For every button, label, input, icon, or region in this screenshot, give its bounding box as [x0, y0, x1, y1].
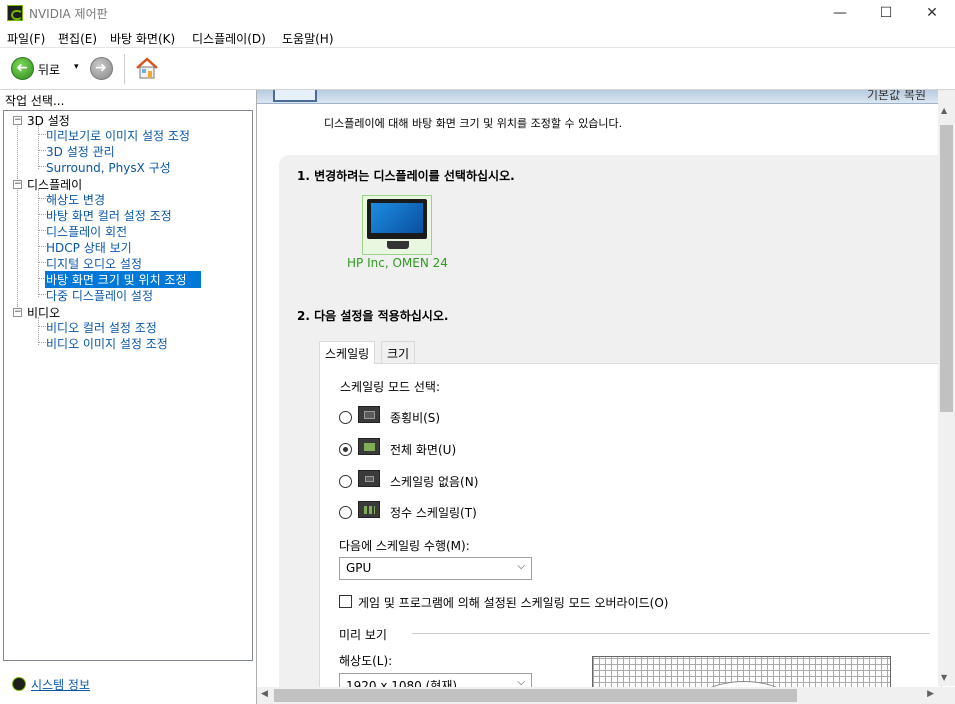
preview-label: 미리 보기	[339, 628, 387, 642]
scroll-up-icon[interactable]: ▲	[941, 106, 947, 115]
expand-3d-toggle[interactable]: −	[13, 116, 22, 125]
radio-full-screen-label[interactable]: 전체 화면(U)	[390, 441, 456, 458]
nvidia-app-icon	[7, 5, 23, 21]
radio-integer-scaling-label[interactable]: 정수 스케일링(T)	[390, 504, 477, 521]
back-arrow-icon[interactable]	[11, 57, 34, 80]
vertical-scrollbar[interactable]: ▲ ▼	[938, 90, 955, 686]
menu-help[interactable]: 도움말(H)	[282, 30, 334, 47]
scaling-mode-label: 스케일링 모드 선택:	[340, 380, 440, 394]
expand-video-toggle[interactable]: −	[13, 308, 22, 317]
tree-item-preview-image[interactable]: 미리보기로 이미지 설정 조정	[45, 127, 191, 144]
tree-item-hdcp[interactable]: HDCP 상태 보기	[45, 239, 133, 256]
perform-scaling-value: GPU	[346, 561, 372, 575]
radio-no-scaling-label[interactable]: 스케일링 없음(N)	[390, 473, 478, 490]
section-select-display: 1. 변경하려는 디스플레이를 선택하십시오.	[297, 169, 515, 183]
toolbar: 뒤로 ▾	[0, 48, 955, 90]
close-button[interactable]: ✕	[909, 0, 955, 26]
scaling-tab-panel: 스케일링 모드 선택: 종횡비(S) 전체 화면(U) 스케일링 없음(N) 정…	[319, 363, 942, 704]
expand-display-toggle[interactable]: −	[13, 180, 22, 189]
full-screen-icon	[358, 438, 380, 455]
tree-item-digital-audio[interactable]: 디지털 오디오 설정	[45, 255, 143, 272]
back-button-label[interactable]: 뒤로	[38, 61, 60, 78]
tree-item-resolution[interactable]: 해상도 변경	[45, 191, 106, 208]
horizontal-scrollbar[interactable]: ◀ ▶	[257, 687, 938, 704]
display-header-icon	[273, 90, 317, 102]
task-tree: − 3D 설정 미리보기로 이미지 설정 조정 3D 설정 관리 Surroun…	[3, 110, 253, 661]
monitor-icon	[367, 199, 427, 239]
settings-panel: 1. 변경하려는 디스플레이를 선택하십시오. HP Inc, OMEN 24 …	[279, 155, 942, 704]
restore-defaults-link[interactable]: 기본값 복원	[867, 90, 926, 103]
scroll-right-icon[interactable]: ▶	[927, 689, 934, 699]
chevron-down-icon: ⌵	[517, 561, 525, 572]
tree-item-video-image[interactable]: 비디오 이미지 설정 조정	[45, 335, 169, 352]
radio-integer-scaling[interactable]	[339, 506, 352, 519]
resolution-label: 해상도(L):	[339, 654, 393, 668]
horizontal-scroll-thumb[interactable]	[274, 689, 797, 702]
perform-scaling-select[interactable]: GPU ⌵	[339, 557, 532, 580]
menu-display[interactable]: 디스플레이(D)	[192, 30, 266, 47]
system-info-icon	[12, 677, 26, 691]
menu-desktop[interactable]: 바탕 화면(K)	[110, 30, 175, 47]
scroll-down-icon[interactable]: ▼	[941, 673, 947, 682]
aspect-ratio-icon	[358, 406, 380, 423]
back-history-dropdown-icon[interactable]: ▾	[74, 62, 79, 72]
override-scaling-checkbox[interactable]	[339, 595, 352, 608]
tree-item-desktop-color[interactable]: 바탕 화면 컬러 설정 조정	[45, 207, 173, 224]
perform-scaling-label: 다음에 스케일링 수행(M):	[339, 539, 470, 553]
title-bar: NVIDIA 제어판 — ☐ ✕	[0, 0, 955, 26]
menu-file[interactable]: 파일(F)	[7, 30, 45, 47]
radio-full-screen[interactable]	[339, 443, 352, 456]
scroll-left-icon[interactable]: ◀	[261, 689, 268, 699]
display-omen24-tile[interactable]	[362, 195, 432, 255]
integer-scaling-icon	[358, 501, 380, 518]
vertical-scroll-thumb[interactable]	[940, 125, 953, 412]
forward-arrow-icon[interactable]	[90, 57, 113, 80]
maximize-button[interactable]: ☐	[863, 0, 909, 26]
menu-bar: 파일(F) 편집(E) 바탕 화면(K) 디스플레이(D) 도움말(H)	[0, 26, 955, 48]
tree-item-rotate[interactable]: 디스플레이 회전	[45, 223, 128, 240]
tree-item-3d-manage[interactable]: 3D 설정 관리	[45, 143, 116, 160]
display-name-label[interactable]: HP Inc, OMEN 24	[347, 256, 448, 270]
preview-divider	[412, 633, 930, 634]
toolbar-separator	[124, 54, 125, 84]
tree-item-video-color[interactable]: 비디오 컬러 설정 조정	[45, 319, 158, 336]
page-header-band: 기본값 복원	[257, 90, 940, 104]
tree-item-multi-display[interactable]: 다중 디스플레이 설정	[45, 287, 154, 304]
monitor-stand	[387, 241, 409, 249]
system-info-link[interactable]: 시스템 정보	[31, 676, 90, 693]
radio-aspect-ratio-label[interactable]: 종횡비(S)	[390, 409, 440, 426]
radio-no-scaling[interactable]	[339, 475, 352, 488]
content-pane: 기본값 복원 디스플레이에 대해 바탕 화면 크기 및 위치를 조정할 수 있습…	[256, 90, 955, 704]
task-select-label: 작업 선택...	[5, 94, 65, 108]
section-apply-settings: 2. 다음 설정을 적용하십시오.	[297, 309, 449, 323]
home-icon[interactable]	[135, 56, 159, 80]
tree-item-desktop-size[interactable]: 바탕 화면 크기 및 위치 조정	[45, 271, 201, 288]
menu-edit[interactable]: 편집(E)	[58, 30, 97, 47]
tab-scaling[interactable]: 스케일링	[319, 341, 376, 364]
minimize-button[interactable]: —	[817, 0, 863, 26]
scrollbar-corner	[938, 687, 955, 704]
radio-aspect-ratio[interactable]	[339, 411, 352, 424]
override-scaling-label[interactable]: 게임 및 프로그램에 의해 설정된 스케일링 모드 오버라이드(O)	[358, 594, 668, 611]
tree-item-surround[interactable]: Surround, PhysX 구성	[45, 159, 172, 176]
no-scaling-icon	[358, 470, 380, 487]
tab-size[interactable]: 크기	[381, 341, 416, 363]
page-description: 디스플레이에 대해 바탕 화면 크기 및 위치를 조정할 수 있습니다.	[324, 117, 623, 130]
window-title: NVIDIA 제어판	[29, 7, 108, 21]
